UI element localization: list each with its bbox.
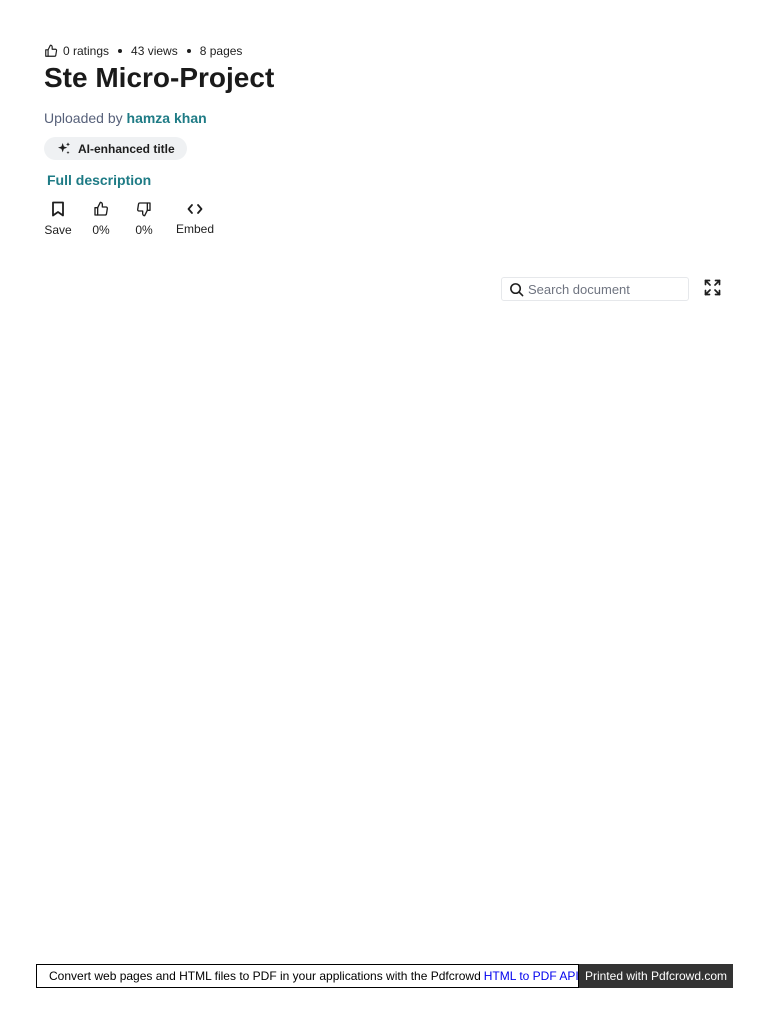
full-description-link[interactable]: Full description [47,171,151,189]
separator-dot [118,49,123,53]
document-actions: Save 0% 0% Embed [44,200,217,237]
upvote-button[interactable]: 0% [87,200,115,237]
ai-enhanced-badge: AI-enhanced title [44,137,187,160]
bookmark-icon [49,200,67,218]
downvote-percent: 0% [135,223,153,237]
thumbs-up-icon [92,200,110,218]
document-stats: 0 ratings 43 views 8 pages [44,42,242,60]
save-label: Save [44,223,72,237]
thumbs-up-icon [44,44,58,58]
downvote-button[interactable]: 0% [130,200,158,237]
search-document-box[interactable] [501,277,689,301]
pdfcrowd-banner: Convert web pages and HTML files to PDF … [36,964,733,988]
thumbs-down-icon [135,200,153,218]
ai-badge-label: AI-enhanced title [78,141,175,156]
uploader-line: Uploaded by hamza khan [44,109,207,127]
printed-with-pdfcrowd-link[interactable]: Printed with Pdfcrowd.com [579,964,733,988]
embed-label: Embed [175,222,215,236]
html-to-pdf-api-link[interactable]: HTML to PDF API [484,969,579,983]
views-count: 43 views [131,44,178,58]
save-button[interactable]: Save [44,200,72,237]
uploaded-by-label: Uploaded by [44,110,123,126]
pages-count: 8 pages [199,44,243,58]
search-input[interactable] [528,281,678,297]
search-icon [509,282,524,297]
separator-dot [186,49,191,53]
ratings-count: 0 ratings [63,44,110,58]
upvote-percent: 0% [92,223,110,237]
pdfcrowd-banner-message: Convert web pages and HTML files to PDF … [36,964,579,988]
code-icon [186,200,204,218]
embed-button[interactable]: Embed [173,200,217,236]
uploader-link[interactable]: hamza khan [127,110,207,126]
expand-icon[interactable] [704,279,721,296]
pdfcrowd-banner-text: Convert web pages and HTML files to PDF … [49,969,481,983]
document-title: Ste Micro-Project [44,62,275,93]
sparkle-icon [56,141,72,157]
